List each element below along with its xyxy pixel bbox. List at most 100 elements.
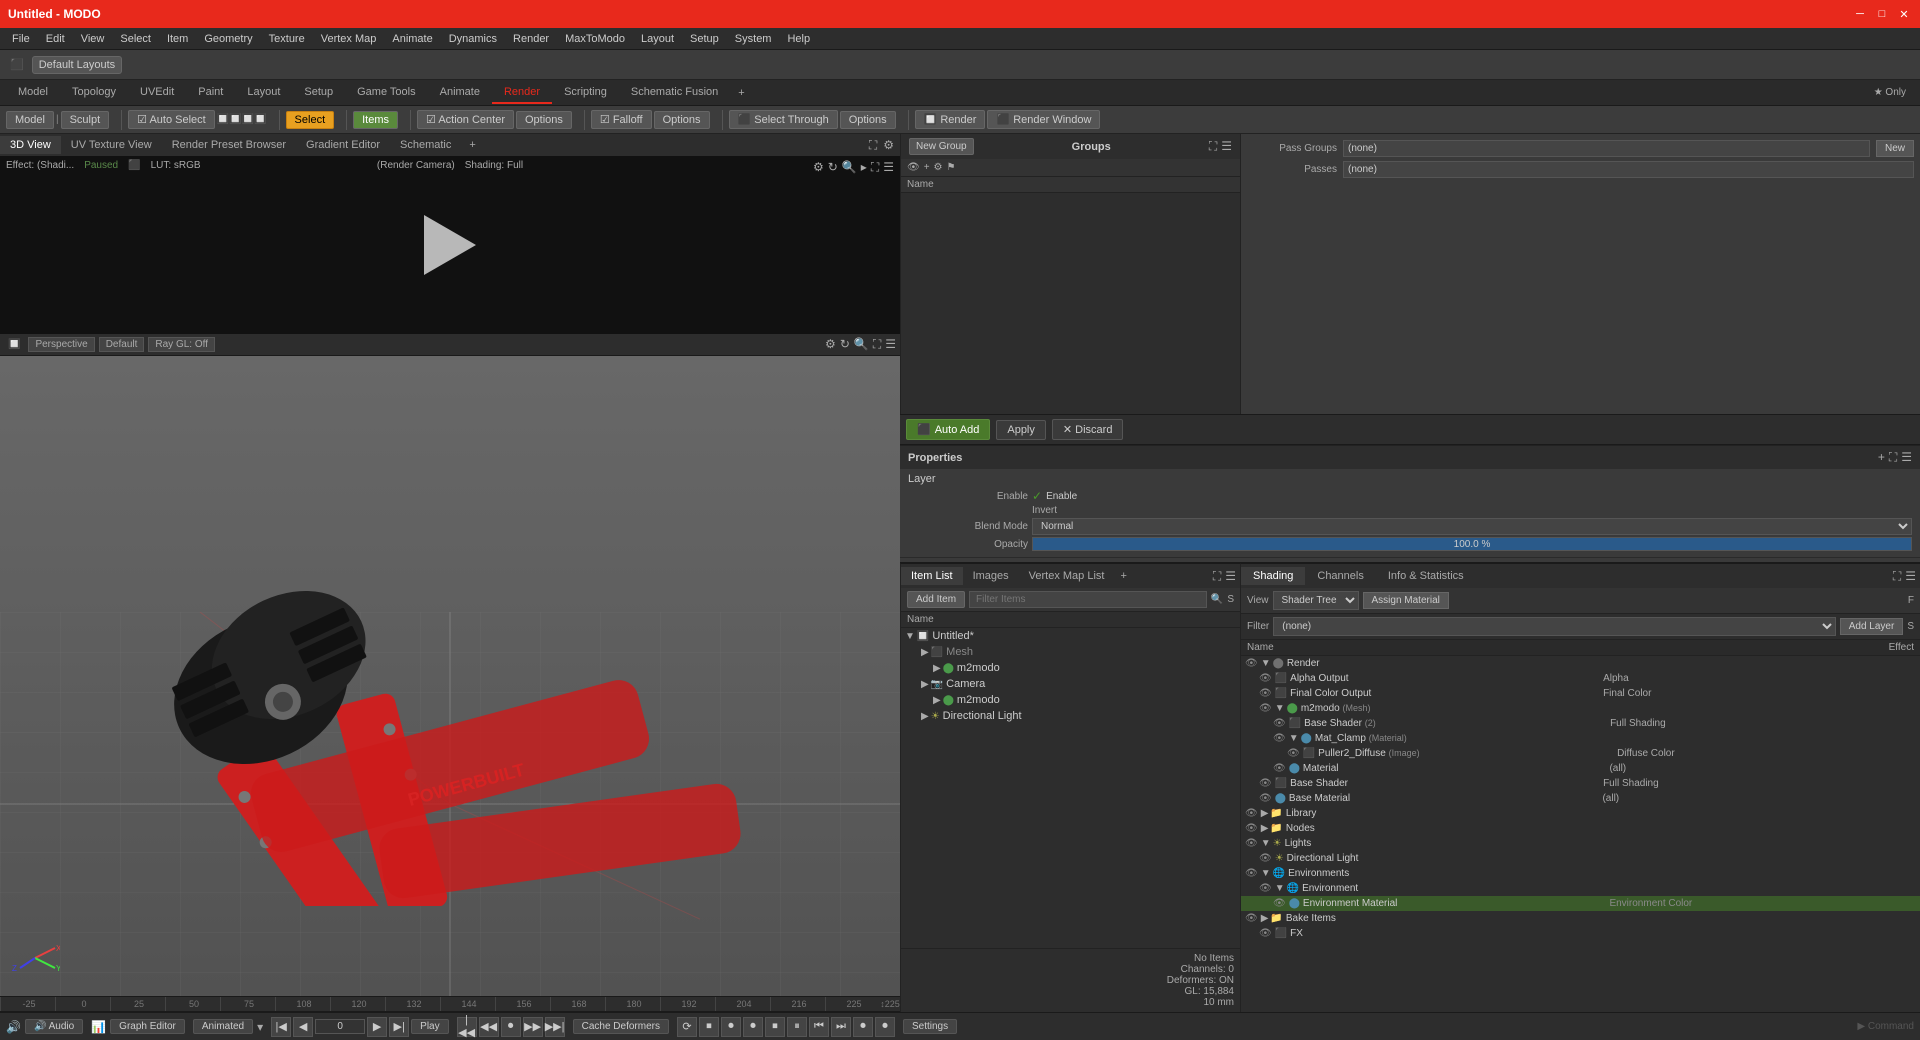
extra-btn1[interactable]: ⟳ [677, 1017, 697, 1037]
tab-schematic[interactable]: Schematic [390, 136, 461, 154]
env-material-eye[interactable]: 👁 [1273, 898, 1286, 909]
props-expand-icon[interactable]: ⛶ [1889, 450, 1897, 465]
tree-item-untitled[interactable]: ▼ 🔲 Untitled* [901, 628, 1240, 644]
final-color-eye[interactable]: 👁 [1259, 688, 1272, 699]
settings-btn[interactable]: Settings [903, 1019, 957, 1034]
view-gear-icon[interactable]: ⚙ [825, 337, 836, 352]
sculpt-btn[interactable]: Sculpt [61, 111, 110, 129]
menu-file[interactable]: File [4, 31, 38, 47]
sh-item-m2modo[interactable]: 👁 ▼ ⬤ m2modo (Mesh) [1241, 701, 1920, 716]
action-center-btn[interactable]: ☑ Action Center [417, 110, 514, 129]
audio-icon[interactable]: 🔊 [6, 1020, 21, 1034]
select-btn[interactable]: Select [286, 111, 335, 129]
shader-settings-icon[interactable]: ☰ [1905, 569, 1916, 584]
tab-scripting[interactable]: Scripting [552, 82, 619, 104]
model-btn[interactable]: Model [6, 111, 54, 129]
nodes-eye[interactable]: 👁 [1245, 823, 1258, 834]
tab-game-tools[interactable]: Game Tools [345, 82, 428, 104]
pb-btn2[interactable]: ◀◀ [479, 1017, 499, 1037]
pb-btn1[interactable]: |◀◀ [457, 1017, 477, 1037]
menu-render[interactable]: Render [505, 31, 557, 47]
expand-icon[interactable]: ⛶ [869, 138, 877, 153]
menu-system[interactable]: System [727, 31, 780, 47]
fx-eye[interactable]: 👁 [1259, 928, 1272, 939]
sh-item-base-material[interactable]: 👁 ⬤ Base Material (all) [1241, 791, 1920, 806]
pb-btn5[interactable]: ▶▶| [545, 1017, 565, 1037]
render-eye[interactable]: 👁 [1245, 658, 1258, 669]
options-btn2[interactable]: Options [654, 111, 710, 129]
menu-select[interactable]: Select [112, 31, 159, 47]
groups-flag-icon[interactable]: ⚑ [947, 162, 956, 173]
auto-select-btn[interactable]: ☑ Auto Select [128, 110, 215, 129]
prev-frame-btn[interactable]: ◀ [293, 1017, 313, 1037]
tree-item-camera[interactable]: ▶ 📷 Camera [901, 676, 1240, 692]
extra-btn10[interactable]: ⏺ [875, 1017, 895, 1037]
falloff-btn[interactable]: ☑ Falloff [591, 110, 652, 129]
tab-paint[interactable]: Paint [186, 82, 235, 104]
settings2-icon[interactable]: ☰ [883, 160, 894, 175]
layout-dropdown[interactable]: Default Layouts [32, 56, 122, 74]
menu-dynamics[interactable]: Dynamics [441, 31, 505, 47]
render-window-btn[interactable]: ⬛ Render Window [987, 110, 1100, 129]
tree-item-m2modo2[interactable]: ▶ ⬤ m2modo [901, 692, 1240, 708]
options-btn1[interactable]: Options [516, 111, 572, 129]
sh-item-final-color[interactable]: 👁 ⬛ Final Color Output Final Color [1241, 686, 1920, 701]
go-start-btn[interactable]: |◀ [271, 1017, 291, 1037]
mat-clamp-eye[interactable]: 👁 [1273, 733, 1286, 744]
sh-item-base-shader1[interactable]: 👁 ⬛ Base Shader (2) Full Shading [1241, 716, 1920, 731]
tab-item-list[interactable]: Item List [901, 567, 963, 585]
shader-expand-icon[interactable]: ⛶ [1893, 569, 1901, 584]
extra-btn8[interactable]: ⏭ [831, 1017, 851, 1037]
base-shader2-eye[interactable]: 👁 [1259, 778, 1272, 789]
menu-view[interactable]: View [73, 31, 113, 47]
tab-topology[interactable]: Topology [60, 82, 128, 104]
tab-schematic-fusion[interactable]: Schematic Fusion [619, 82, 730, 104]
sh-item-environment[interactable]: 👁 ▼ 🌐 Environment [1241, 881, 1920, 896]
tab-animate[interactable]: Animate [428, 82, 492, 104]
view-zoom-icon[interactable]: 🔍 [854, 337, 869, 352]
time-input[interactable] [315, 1019, 365, 1034]
groups-add-icon[interactable]: + [924, 162, 930, 173]
new-group-btn[interactable]: New Group [909, 138, 974, 155]
sh-item-base-shader2[interactable]: 👁 ⬛ Base Shader Full Shading [1241, 776, 1920, 791]
pb-btn4[interactable]: ▶▶ [523, 1017, 543, 1037]
environment-eye[interactable]: 👁 [1259, 883, 1272, 894]
default-btn[interactable]: Default [99, 337, 145, 352]
extra-btn6[interactable]: ⏸ [787, 1017, 807, 1037]
alpha-eye[interactable]: 👁 [1259, 673, 1272, 684]
menu-texture[interactable]: Texture [261, 31, 313, 47]
zoom-icon[interactable]: 🔍 [842, 160, 857, 175]
sh-item-fx[interactable]: 👁 ⬛ FX [1241, 926, 1920, 941]
tab-uvedit[interactable]: UVEdit [128, 82, 186, 104]
tab-info-stats[interactable]: Info & Statistics [1376, 567, 1476, 585]
ray-gl-btn[interactable]: Ray GL: Off [148, 337, 215, 352]
view-expand-icon[interactable]: ⛶ [873, 337, 881, 352]
menu-maxtomodo[interactable]: MaxToModo [557, 31, 633, 47]
more-icon[interactable]: ▸ [861, 160, 867, 175]
maximize-btn[interactable]: □ [1874, 6, 1890, 22]
groups-settings2-icon[interactable]: ⚙ [934, 162, 943, 173]
blend-mode-dropdown[interactable]: Normal [1032, 518, 1912, 535]
render-btn[interactable]: 🔲 Render [915, 110, 986, 129]
opacity-slider[interactable]: 100.0 % [1032, 537, 1912, 551]
select-through-btn[interactable]: ⬛ Select Through [729, 110, 838, 129]
base-material-eye[interactable]: 👁 [1259, 793, 1272, 804]
window-controls[interactable]: ─ □ ✕ [1852, 6, 1912, 22]
groups-expand-icon[interactable]: ⛶ [1209, 139, 1217, 154]
s-btn-label[interactable]: S [1907, 621, 1914, 632]
sh-item-render[interactable]: 👁 ▼ ⬤ Render [1241, 656, 1920, 671]
discard-btn[interactable]: ✕ Discard [1052, 419, 1124, 440]
shader-tree-dropdown[interactable]: Shader Tree [1273, 591, 1359, 610]
gear-icon[interactable]: ⚙ [813, 160, 824, 175]
new-pass-group-btn[interactable]: New [1876, 140, 1914, 157]
next-frame-btn[interactable]: ▶ [367, 1017, 387, 1037]
groups-eye-icon[interactable]: 👁 [907, 162, 920, 173]
sh-item-directional-light[interactable]: 👁 ☀ Directional Light [1241, 851, 1920, 866]
tab-3d-view[interactable]: 3D View [0, 136, 61, 154]
extra-btn3[interactable]: ⏺ [721, 1017, 741, 1037]
directional-light-eye[interactable]: 👁 [1259, 853, 1272, 864]
options-btn3[interactable]: Options [840, 111, 896, 129]
sh-item-nodes[interactable]: 👁 ▶ 📁 Nodes [1241, 821, 1920, 836]
sh-item-alpha[interactable]: 👁 ⬛ Alpha Output Alpha [1241, 671, 1920, 686]
sh-item-material[interactable]: 👁 ⬤ Material (all) [1241, 761, 1920, 776]
